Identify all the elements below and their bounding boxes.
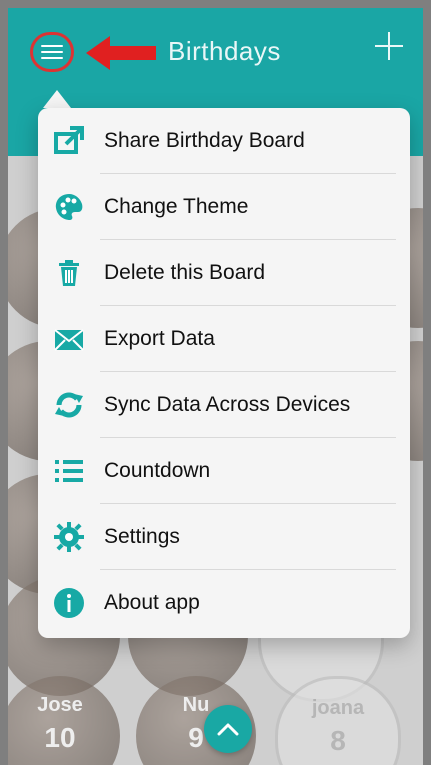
menu-item-label: About app [104,591,200,614]
menu-item-label: Delete this Board [104,261,266,284]
list-icon [52,454,86,488]
scroll-up-button[interactable] [204,705,252,753]
menu-item-label: Settings [104,525,180,548]
menu-item-label: Sync Data Across Devices [104,393,351,416]
card-name: Jose [37,694,83,716]
menu-item-delete-board[interactable]: Delete this Board [38,240,410,306]
menu-item-label: Change Theme [104,195,249,218]
menu-item-label: Export Data [104,327,215,350]
info-icon [52,586,86,620]
menu-item-countdown[interactable]: Countdown [38,438,410,504]
card-name: joana [311,697,365,719]
birthday-card[interactable]: Jose 10 [8,676,120,765]
card-number: 10 [44,722,76,753]
share-icon [52,124,86,158]
card-number: 8 [330,725,346,756]
gear-icon [52,520,86,554]
menu-item-label: Share Birthday Board [104,129,305,152]
menu-button[interactable] [30,32,74,72]
page-title: Birthdays [168,36,281,66]
menu-item-share-board[interactable]: Share Birthday Board [38,108,410,174]
palette-icon [52,190,86,224]
add-icon[interactable] [375,32,403,60]
trash-icon [52,256,86,290]
hamburger-icon [41,45,63,59]
sync-icon [52,388,86,422]
menu-item-change-theme[interactable]: Change Theme [38,174,410,240]
menu-pointer [43,90,71,108]
menu-item-settings[interactable]: Settings [38,504,410,570]
menu-item-sync-data[interactable]: Sync Data Across Devices [38,372,410,438]
mail-icon [52,322,86,356]
annotation-arrow-icon [86,36,156,70]
menu-item-export-data[interactable]: Export Data [38,306,410,372]
menu-item-label: Countdown [104,459,211,482]
chevron-up-icon [217,723,239,736]
app-frame: Birthdays Jose 10 Nu 9 joana 8 Share Bir… [8,8,423,765]
menu-item-about-app[interactable]: About app [38,570,410,636]
dropdown-menu: Share Birthday Board Change Theme Delete… [38,108,410,638]
